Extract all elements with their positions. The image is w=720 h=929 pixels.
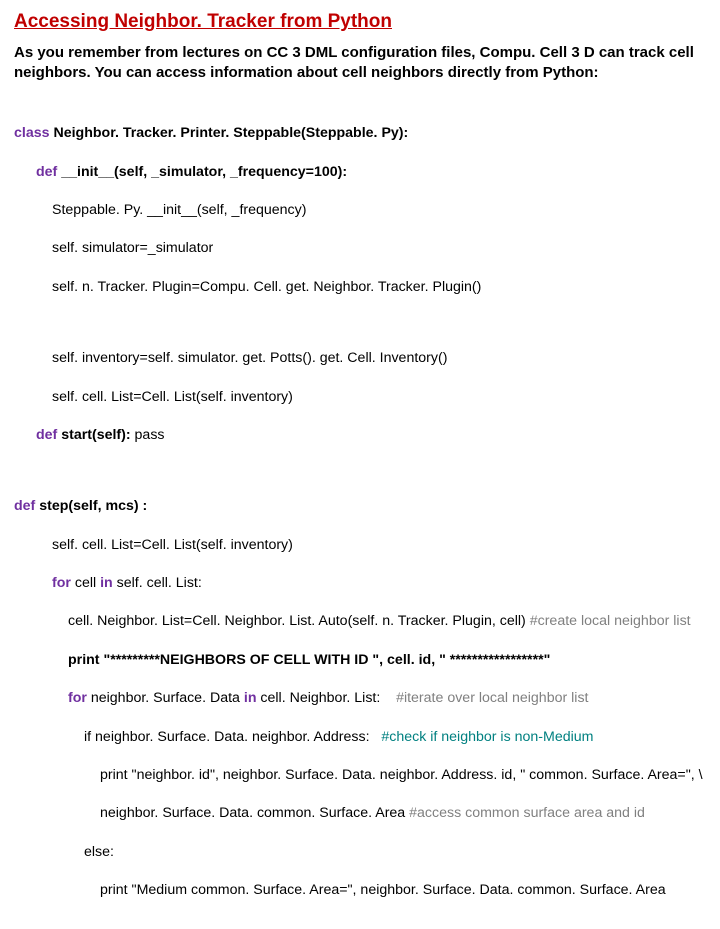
- kw-def: def: [36, 164, 57, 180]
- kw-for: for: [52, 575, 71, 591]
- step-sig: step(self, mcs) :: [35, 498, 147, 514]
- code-line: self. cell. List=Cell. List(self. invent…: [14, 388, 706, 407]
- init-sig: __init__(self, _simulator, _frequency=10…: [57, 164, 347, 180]
- code-text: self. cell. List:: [113, 575, 202, 591]
- comment: #access common surface area and id: [409, 805, 645, 821]
- comment: #check if neighbor is non-Medium: [381, 729, 593, 745]
- comment: #iterate over local neighbor list: [396, 690, 588, 706]
- code-line: self. cell. List=Cell. List(self. invent…: [14, 536, 706, 555]
- code-block: class Neighbor. Tracker. Printer. Steppa…: [14, 105, 706, 919]
- code-line: print "neighbor. id", neighbor. Surface.…: [14, 766, 706, 785]
- code-text: cell. Neighbor. List:: [256, 690, 396, 706]
- kw-def: def: [36, 427, 57, 443]
- comment: #create local neighbor list: [530, 613, 691, 629]
- code-line: else:: [14, 843, 706, 862]
- kw-for: for: [68, 690, 87, 706]
- kw-def: def: [14, 498, 35, 514]
- code-text: cell: [71, 575, 100, 591]
- code-line: Steppable. Py. __init__(self, _frequency…: [14, 201, 706, 220]
- code-line: neighbor. Surface. Data. common. Surface…: [100, 805, 409, 821]
- code-line: print "*********NEIGHBORS OF CELL WITH I…: [14, 651, 706, 670]
- code-line: self. inventory=self. simulator. get. Po…: [14, 349, 706, 368]
- start-sig: start(self):: [57, 427, 134, 443]
- kw-class: class: [14, 125, 50, 141]
- code-line: print "Medium common. Surface. Area=", n…: [14, 881, 706, 900]
- code-text: neighbor. Surface. Data: [87, 690, 244, 706]
- kw-in: in: [244, 690, 257, 706]
- class-def: Neighbor. Tracker. Printer. Steppable(St…: [50, 125, 409, 141]
- code-line: self. n. Tracker. Plugin=Compu. Cell. ge…: [14, 278, 706, 297]
- kw-in: in: [100, 575, 113, 591]
- pass: pass: [135, 427, 165, 443]
- code-line: self. simulator=_simulator: [14, 239, 706, 258]
- code-line: if neighbor. Surface. Data. neighbor. Ad…: [84, 729, 381, 745]
- intro-text: As you remember from lectures on CC 3 DM…: [14, 43, 706, 84]
- code-line: cell. Neighbor. List=Cell. Neighbor. Lis…: [68, 613, 530, 629]
- page-title: Accessing Neighbor. Tracker from Python: [14, 10, 706, 35]
